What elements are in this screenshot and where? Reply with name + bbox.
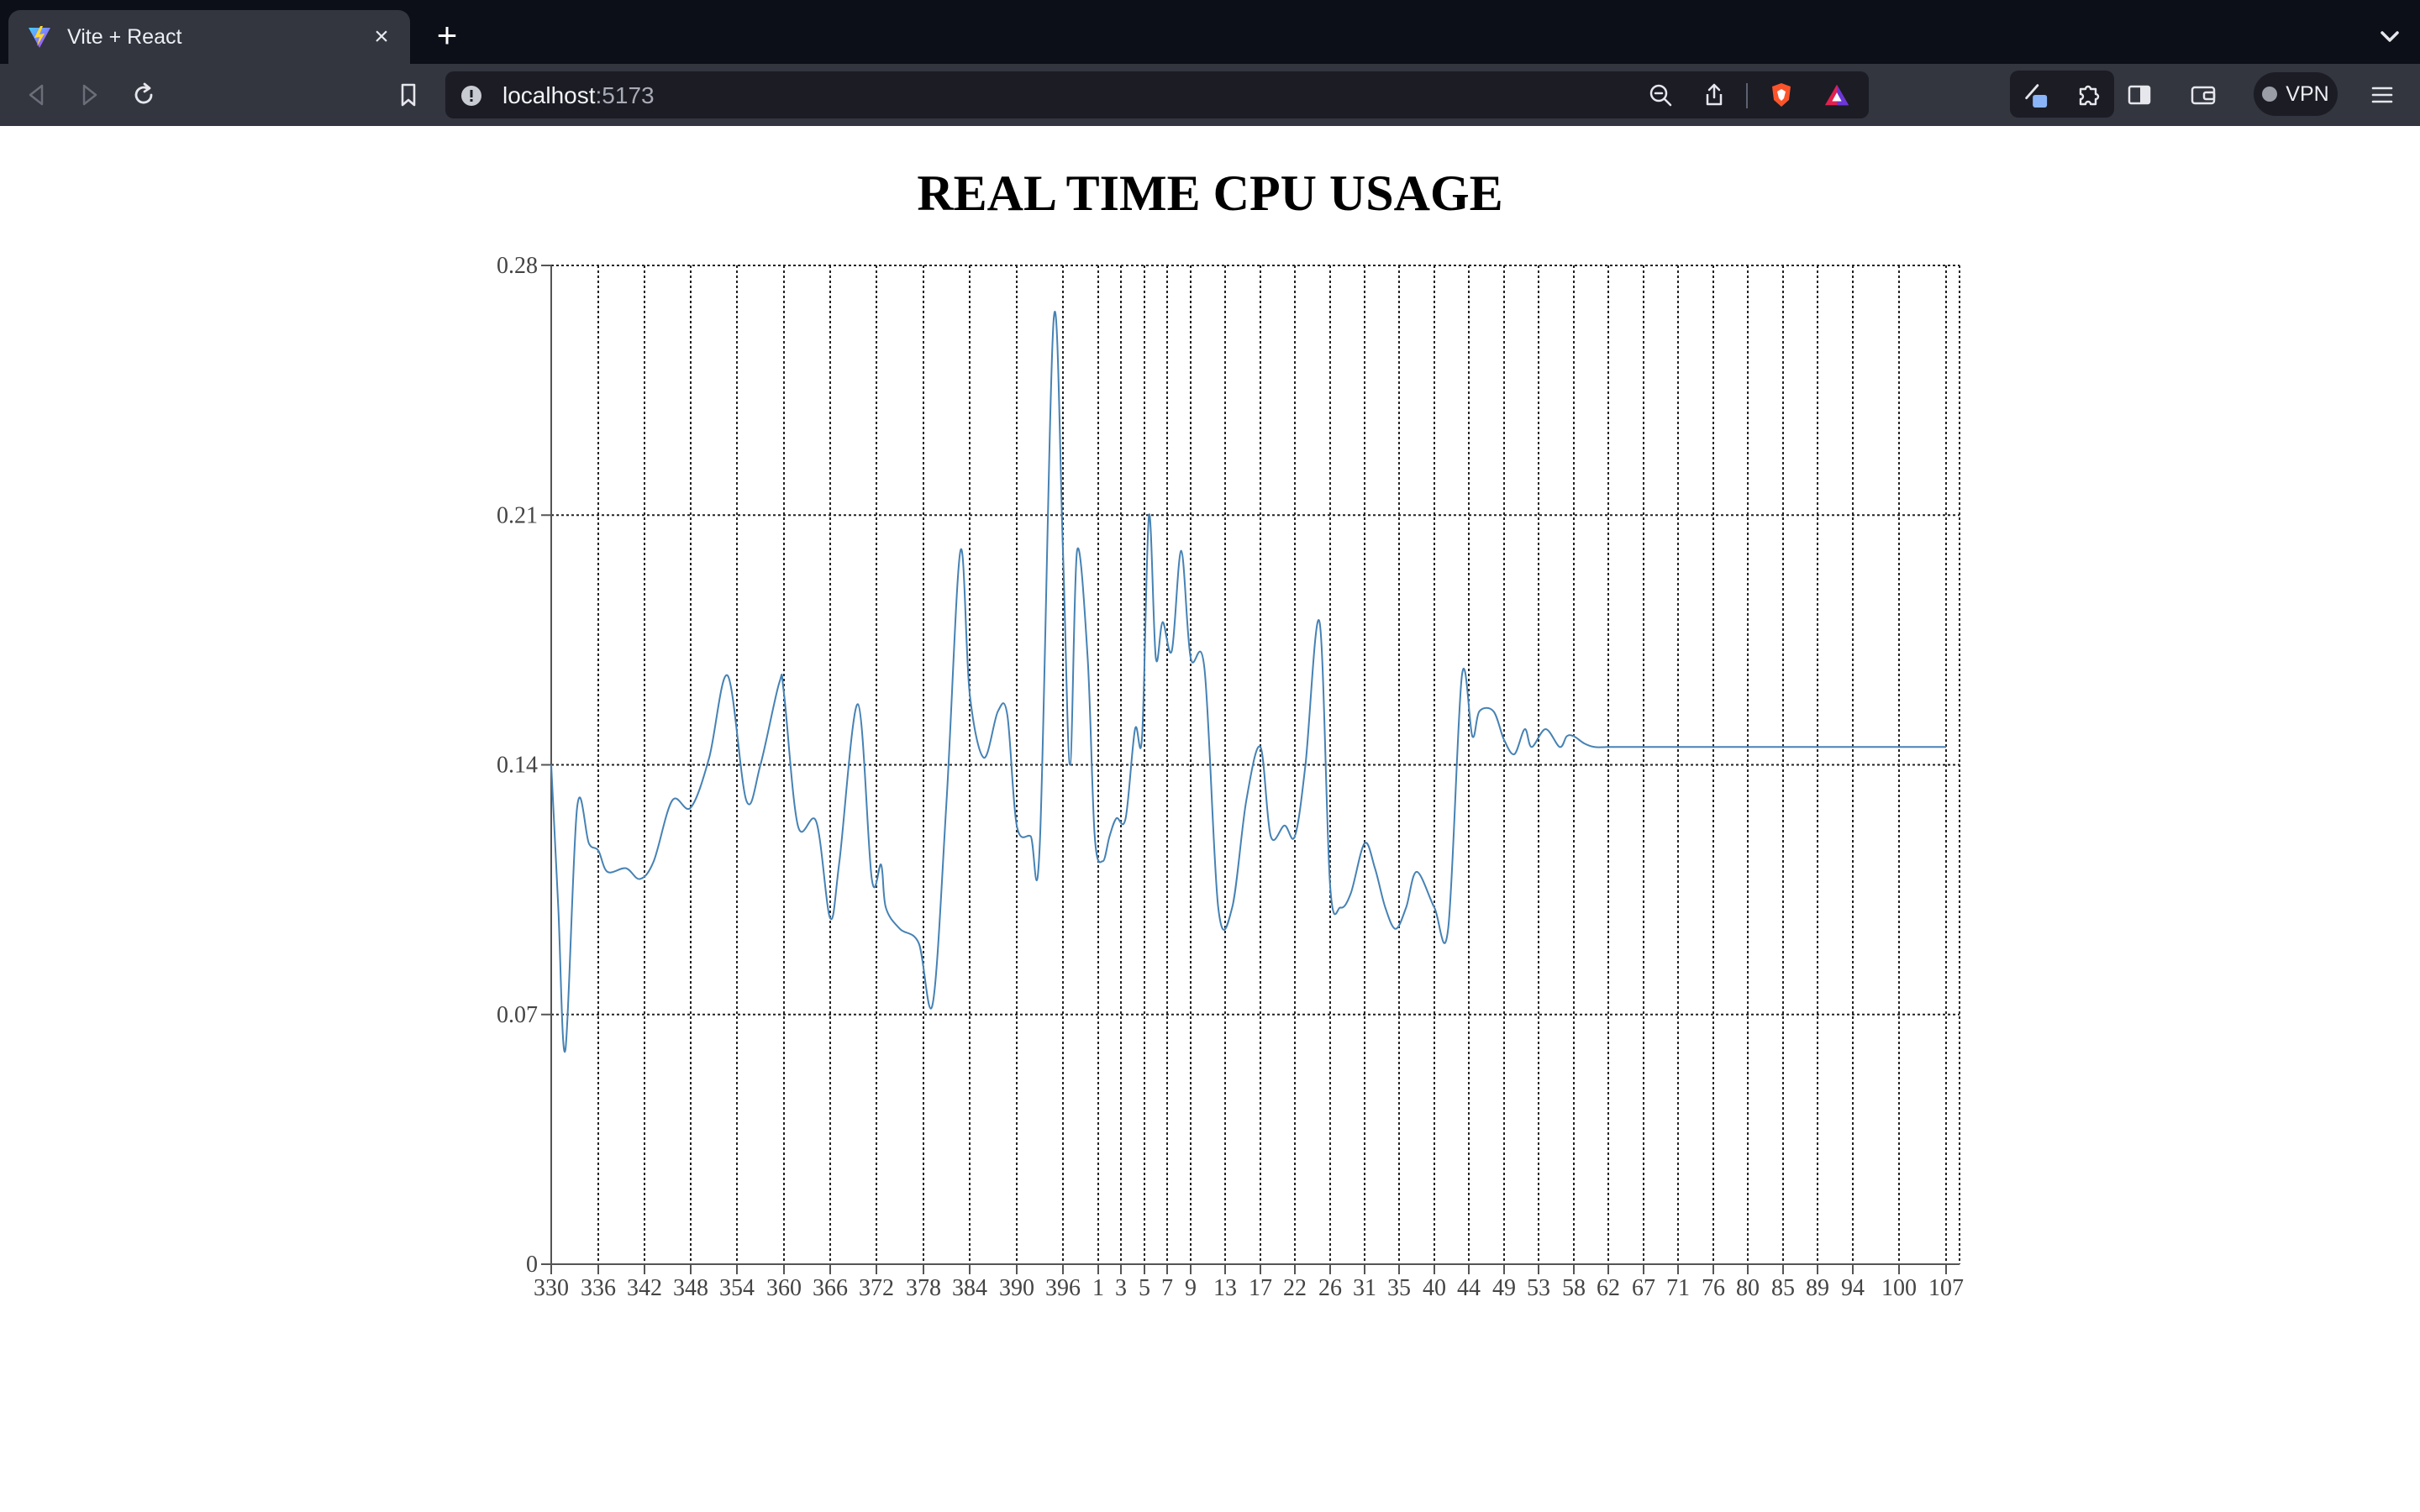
x-tick-label: 85 [1771, 1275, 1795, 1301]
x-tick-label: 5 [1139, 1275, 1150, 1301]
x-tick-label: 396 [1045, 1275, 1081, 1301]
x-tick-label: 49 [1492, 1275, 1516, 1301]
x-tick-label: 13 [1213, 1275, 1237, 1301]
x-tick-label: 76 [1702, 1275, 1725, 1301]
y-tick-label: 0.28 [497, 253, 538, 279]
x-tick-label: 360 [766, 1275, 802, 1301]
x-tick-label: 71 [1666, 1275, 1690, 1301]
cpu-usage-line [550, 310, 1946, 1053]
x-tick-label: 9 [1185, 1275, 1197, 1301]
cpu-usage-line-chart: 00.070.140.210.28330 336 342 348 354 360 366 37… [497, 253, 1964, 1301]
x-tick-label: 7 [1161, 1275, 1173, 1301]
x-tick-label: 17 [1249, 1275, 1272, 1301]
x-tick-label: 94 [1841, 1275, 1865, 1301]
x-tick-label: 107 [1928, 1275, 1964, 1301]
x-tick-label: 62 [1597, 1275, 1620, 1301]
x-tick-label: 348 [673, 1275, 708, 1301]
x-tick-label: 384 [952, 1275, 987, 1301]
x-tick-label: 58 [1562, 1275, 1586, 1301]
x-tick-label: 67 [1632, 1275, 1655, 1301]
x-tick-label: 336 [581, 1275, 616, 1301]
y-tick-label: 0.21 [497, 502, 538, 528]
x-tick-label: 3 [1115, 1275, 1127, 1301]
x-tick-label: 40 [1423, 1275, 1446, 1301]
x-tick-label: 390 [999, 1275, 1034, 1301]
x-tick-label: 44 [1457, 1275, 1481, 1301]
x-tick-label: 53 [1527, 1275, 1550, 1301]
x-tick-label: 22 [1283, 1275, 1307, 1301]
x-tick-label: 80 [1736, 1275, 1760, 1301]
y-tick-label: 0.07 [497, 1002, 538, 1028]
chart-ticks: 00.070.140.210.28330 336 342 348 354 360 366 37… [497, 253, 1964, 1301]
x-tick-label: 342 [627, 1275, 662, 1301]
chart-grid [550, 265, 1960, 1265]
x-tick-label: 366 [813, 1275, 848, 1301]
x-tick-label: 100 [1881, 1275, 1917, 1301]
x-tick-label: 372 [859, 1275, 894, 1301]
x-tick-label: 35 [1387, 1275, 1411, 1301]
x-tick-label: 378 [906, 1275, 941, 1301]
x-tick-label: 31 [1353, 1275, 1376, 1301]
x-tick-label: 354 [719, 1275, 755, 1301]
y-tick-label: 0.14 [497, 753, 538, 779]
x-tick-label: 1 [1092, 1275, 1104, 1301]
y-tick-label: 0 [526, 1252, 538, 1278]
x-tick-label: 330 [534, 1275, 569, 1301]
x-tick-label: 89 [1806, 1275, 1829, 1301]
x-tick-label: 26 [1318, 1275, 1342, 1301]
